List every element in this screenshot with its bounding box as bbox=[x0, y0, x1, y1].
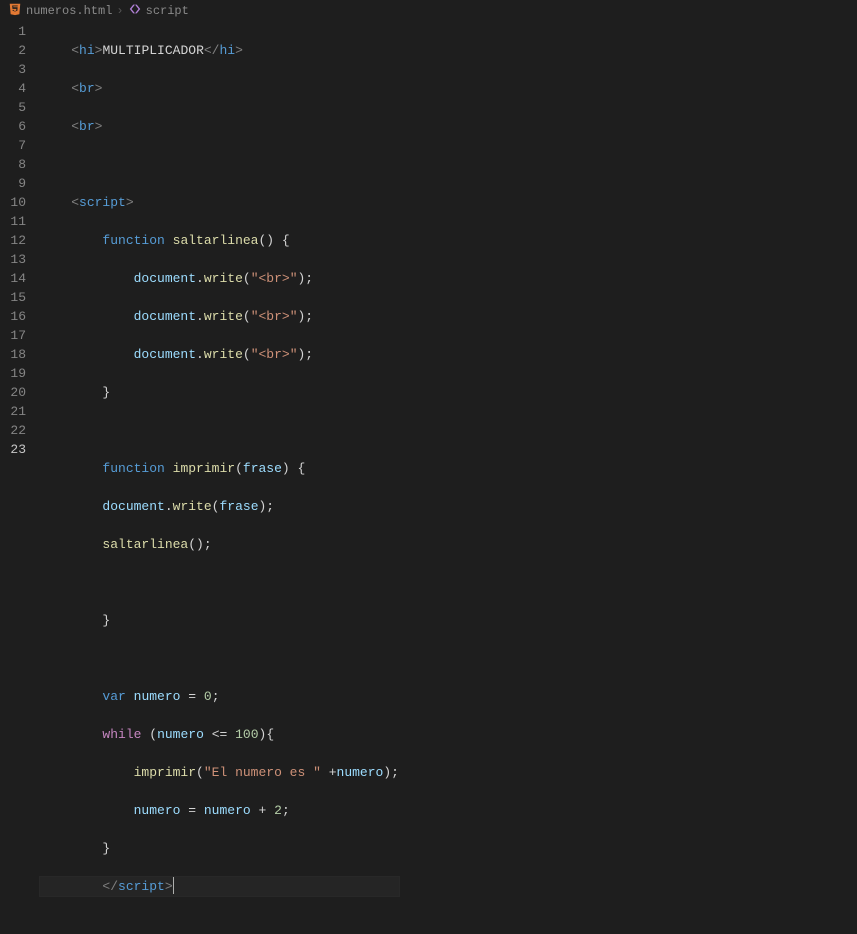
line-number: 15 bbox=[0, 288, 26, 307]
code-line[interactable]: </script> bbox=[40, 877, 399, 896]
code-line[interactable]: saltarlinea(); bbox=[40, 535, 399, 554]
code-line[interactable] bbox=[40, 649, 399, 668]
line-number: 2 bbox=[0, 41, 26, 60]
code-line[interactable]: document.write("<br>"); bbox=[40, 269, 399, 288]
code-line[interactable]: document.write("<br>"); bbox=[40, 307, 399, 326]
line-number: 22 bbox=[0, 421, 26, 440]
code-line[interactable] bbox=[40, 421, 399, 440]
line-number: 4 bbox=[0, 79, 26, 98]
line-number: 18 bbox=[0, 345, 26, 364]
line-number: 10 bbox=[0, 193, 26, 212]
line-number: 3 bbox=[0, 60, 26, 79]
code-line[interactable]: numero = numero + 2; bbox=[40, 801, 399, 820]
line-number: 1 bbox=[0, 22, 26, 41]
line-number: 6 bbox=[0, 117, 26, 136]
line-number-gutter: 1 2 3 4 5 6 7 8 9 10 11 12 13 14 15 16 1… bbox=[0, 22, 40, 934]
code-line[interactable]: <br> bbox=[40, 117, 399, 136]
code-line[interactable]: var numero = 0; bbox=[40, 687, 399, 706]
code-line[interactable]: <script> bbox=[40, 193, 399, 212]
html-file-icon bbox=[8, 2, 22, 20]
line-number: 12 bbox=[0, 231, 26, 250]
breadcrumb-symbol[interactable]: script bbox=[146, 4, 189, 18]
code-line[interactable]: } bbox=[40, 383, 399, 402]
code-line[interactable]: while (numero <= 100){ bbox=[40, 725, 399, 744]
chevron-right-icon: › bbox=[116, 4, 123, 18]
code-line[interactable]: } bbox=[40, 611, 399, 630]
line-number: 14 bbox=[0, 269, 26, 288]
code-line[interactable]: <br> bbox=[40, 79, 399, 98]
code-line[interactable]: imprimir("El numero es " +numero); bbox=[40, 763, 399, 782]
line-number: 19 bbox=[0, 364, 26, 383]
line-number: 17 bbox=[0, 326, 26, 345]
line-number: 13 bbox=[0, 250, 26, 269]
code-line[interactable]: function imprimir(frase) { bbox=[40, 459, 399, 478]
breadcrumb: numeros.html › script bbox=[0, 0, 857, 22]
line-number: 7 bbox=[0, 136, 26, 155]
line-number: 16 bbox=[0, 307, 26, 326]
line-number: 5 bbox=[0, 98, 26, 117]
code-area[interactable]: <hi>MULTIPLICADOR</hi> <br> <br> <script… bbox=[40, 22, 399, 934]
code-line[interactable]: } bbox=[40, 839, 399, 858]
line-number: 8 bbox=[0, 155, 26, 174]
code-line[interactable]: function saltarlinea() { bbox=[40, 231, 399, 250]
script-symbol-icon bbox=[128, 2, 142, 20]
code-line[interactable]: document.write(frase); bbox=[40, 497, 399, 516]
line-number: 23 bbox=[0, 440, 26, 459]
code-editor[interactable]: 1 2 3 4 5 6 7 8 9 10 11 12 13 14 15 16 1… bbox=[0, 22, 857, 934]
text-cursor bbox=[173, 877, 174, 894]
code-line[interactable] bbox=[40, 155, 399, 174]
code-line[interactable]: document.write("<br>"); bbox=[40, 345, 399, 364]
line-number: 9 bbox=[0, 174, 26, 193]
code-line[interactable] bbox=[40, 573, 399, 592]
line-number: 20 bbox=[0, 383, 26, 402]
breadcrumb-file[interactable]: numeros.html bbox=[26, 4, 112, 18]
line-number: 11 bbox=[0, 212, 26, 231]
line-number: 21 bbox=[0, 402, 26, 421]
code-line[interactable]: <hi>MULTIPLICADOR</hi> bbox=[40, 41, 399, 60]
